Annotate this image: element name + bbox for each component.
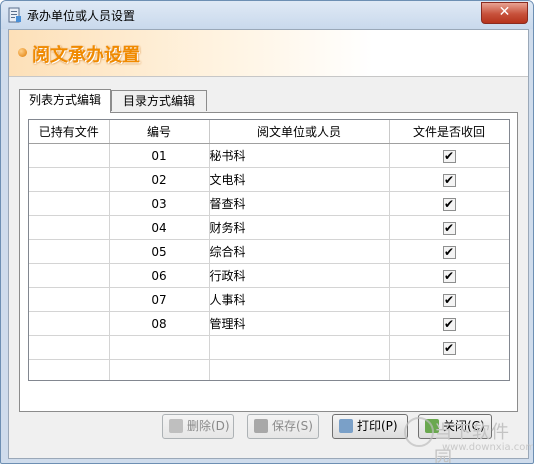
- returned-checkbox[interactable]: ✔: [442, 221, 456, 235]
- watermark-icon: [404, 417, 434, 447]
- cell-unit[interactable]: 人事科: [209, 287, 390, 312]
- divider: [9, 76, 528, 77]
- cell-held[interactable]: [29, 215, 110, 240]
- cell-held[interactable]: [29, 287, 110, 312]
- tab-list-edit[interactable]: 列表方式编辑: [19, 89, 111, 113]
- header-banner: 阅文承办设置: [9, 30, 528, 76]
- table-row[interactable]: 04 财务科 ✔: [29, 215, 509, 240]
- empty-cell: [109, 359, 210, 380]
- cell-unit[interactable]: [209, 335, 390, 360]
- cell-held[interactable]: [29, 167, 110, 192]
- cell-returned: ✔: [389, 287, 509, 312]
- col-header-returned[interactable]: 文件是否收回: [389, 120, 509, 144]
- save-label: 保存(S): [272, 419, 313, 433]
- tab-panel: 已持有文件 编号 阅文单位或人员 文件是否收回 01 秘书科 ✔ 02 文电科 ✔ 03 督查…: [19, 112, 518, 412]
- cell-number[interactable]: 02: [109, 167, 210, 192]
- watermark-text: 当下软件园: [434, 422, 510, 464]
- cell-held[interactable]: [29, 263, 110, 288]
- col-header-held[interactable]: 已持有文件: [29, 120, 110, 144]
- bullet-icon: [18, 48, 27, 57]
- cell-returned: ✔: [389, 239, 509, 264]
- cell-returned: ✔: [389, 263, 509, 288]
- units-grid[interactable]: 已持有文件 编号 阅文单位或人员 文件是否收回 01 秘书科 ✔ 02 文电科 ✔ 03 督查…: [28, 119, 510, 381]
- print-button[interactable]: 打印(P): [332, 414, 408, 439]
- cell-unit[interactable]: 文电科: [209, 167, 390, 192]
- returned-checkbox[interactable]: ✔: [442, 245, 456, 259]
- returned-checkbox[interactable]: ✔: [442, 149, 456, 163]
- close-icon[interactable]: ✕: [481, 2, 528, 24]
- returned-checkbox[interactable]: ✔: [442, 173, 456, 187]
- empty-cell: [209, 359, 390, 380]
- returned-checkbox[interactable]: ✔: [442, 341, 456, 355]
- print-icon: [339, 419, 353, 433]
- print-label: 打印(P): [357, 419, 398, 433]
- cell-unit[interactable]: 管理科: [209, 311, 390, 336]
- empty-cell: [29, 359, 110, 380]
- cell-held[interactable]: [29, 191, 110, 216]
- col-header-unit[interactable]: 阅文单位或人员: [209, 120, 390, 144]
- units-table: 已持有文件 编号 阅文单位或人员 文件是否收回 01 秘书科 ✔ 02 文电科 ✔ 03 督查…: [29, 120, 509, 380]
- cell-held[interactable]: [29, 143, 110, 168]
- banner-title: 阅文承办设置: [32, 45, 140, 66]
- cell-number[interactable]: 08: [109, 311, 210, 336]
- cell-unit[interactable]: 综合科: [209, 239, 390, 264]
- cell-held[interactable]: [29, 311, 110, 336]
- cell-number[interactable]: [109, 335, 210, 360]
- table-row[interactable]: 02 文电科 ✔: [29, 167, 509, 192]
- save-icon: [254, 419, 268, 433]
- delete-button[interactable]: 删除(D): [162, 414, 234, 439]
- table-row[interactable]: 01 秘书科 ✔: [29, 143, 509, 168]
- dialog-body: 阅文承办设置 列表方式编辑 目录方式编辑 已持有文件 编号 阅文单位或人员 文件…: [8, 29, 533, 463]
- table-row[interactable]: 07 人事科 ✔: [29, 287, 509, 312]
- table-row[interactable]: 03 督查科 ✔: [29, 191, 509, 216]
- cell-returned: ✔: [389, 311, 509, 336]
- table-header-row: 已持有文件 编号 阅文单位或人员 文件是否收回: [29, 120, 509, 144]
- table-row[interactable]: ✔: [29, 335, 509, 360]
- table-row-empty: [29, 359, 509, 380]
- app-icon: [8, 7, 21, 23]
- dialog-window: 承办单位或人员设置 ✕ 阅文承办设置 列表方式编辑 目录方式编辑 已持有文件 编…: [0, 0, 534, 464]
- col-header-number[interactable]: 编号: [109, 120, 210, 144]
- returned-checkbox[interactable]: ✔: [442, 293, 456, 307]
- cell-number[interactable]: 06: [109, 263, 210, 288]
- table-row[interactable]: 05 综合科 ✔: [29, 239, 509, 264]
- cell-number[interactable]: 07: [109, 287, 210, 312]
- delete-icon: [169, 419, 183, 433]
- cell-returned: ✔: [389, 143, 509, 168]
- cell-unit[interactable]: 行政科: [209, 263, 390, 288]
- cell-returned: ✔: [389, 335, 509, 360]
- returned-checkbox[interactable]: ✔: [442, 269, 456, 283]
- cell-unit[interactable]: 财务科: [209, 215, 390, 240]
- title-bar[interactable]: 承办单位或人员设置 ✕: [1, 1, 533, 29]
- table-row[interactable]: 08 管理科 ✔: [29, 311, 509, 336]
- returned-checkbox[interactable]: ✔: [442, 317, 456, 331]
- window-title: 承办单位或人员设置: [27, 9, 136, 23]
- cell-held[interactable]: [29, 335, 110, 360]
- cell-number[interactable]: 03: [109, 191, 210, 216]
- cell-number[interactable]: 04: [109, 215, 210, 240]
- tab-directory-edit[interactable]: 目录方式编辑: [111, 90, 207, 111]
- cell-returned: ✔: [389, 167, 509, 192]
- cell-unit[interactable]: 秘书科: [209, 143, 390, 168]
- table-row[interactable]: 06 行政科 ✔: [29, 263, 509, 288]
- watermark-url: www.downxia.com: [442, 442, 534, 453]
- cell-returned: ✔: [389, 191, 509, 216]
- empty-cell: [389, 359, 509, 380]
- cell-held[interactable]: [29, 239, 110, 264]
- cell-unit[interactable]: 督查科: [209, 191, 390, 216]
- delete-label: 删除(D): [187, 419, 230, 433]
- cell-number[interactable]: 05: [109, 239, 210, 264]
- returned-checkbox[interactable]: ✔: [442, 197, 456, 211]
- cell-returned: ✔: [389, 215, 509, 240]
- save-button[interactable]: 保存(S): [247, 414, 319, 439]
- cell-number[interactable]: 01: [109, 143, 210, 168]
